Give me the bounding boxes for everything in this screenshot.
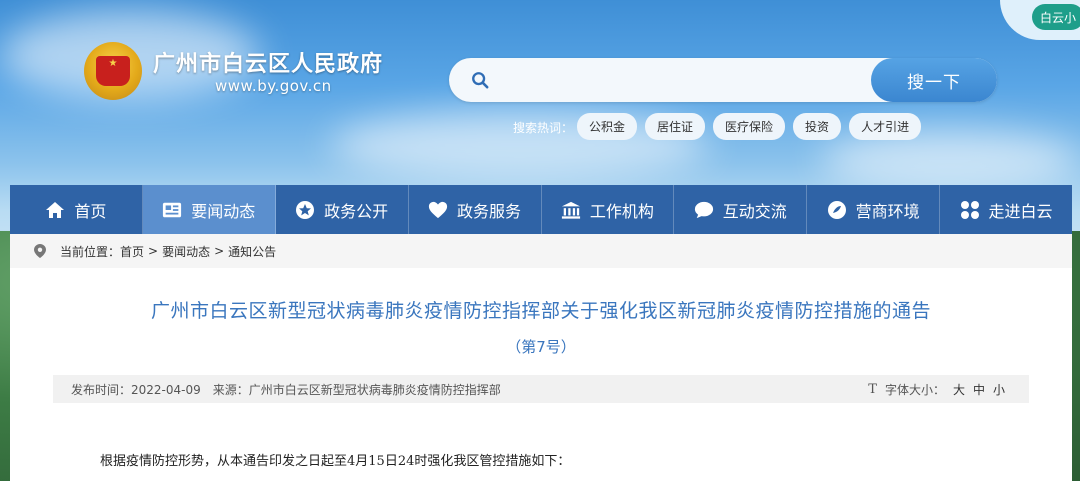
site-header: ★ 广州市白云区人民政府 www.by.gov.cn 搜一下 搜索热词： 公积金… [0, 0, 1080, 185]
hot-search-tags: 公积金 居住证 医疗保险 投资 人才引进 [577, 113, 922, 140]
site-domain: www.by.gov.cn [215, 77, 332, 95]
hot-tag[interactable]: 居住证 [645, 113, 706, 140]
nav-item-news[interactable]: 要闻动态 [142, 185, 276, 234]
nav-item-label: 政务服务 [457, 201, 522, 221]
baiyun-assistant-badge[interactable]: 白云小 [1032, 4, 1080, 30]
nav-item-label: 工作机构 [589, 201, 654, 221]
breadcrumb-separator: > [148, 244, 159, 258]
building-icon [561, 200, 581, 220]
font-size-small[interactable]: 小 [993, 381, 1005, 398]
nav-item-about-baiyun[interactable]: 走进白云 [940, 185, 1072, 234]
font-size-icon: T [868, 381, 877, 397]
location-pin-icon [34, 244, 46, 258]
publish-date: 发布时间：2022-04-09 [71, 382, 201, 397]
font-size-large[interactable]: 大 [953, 381, 965, 398]
hot-tag[interactable]: 投资 [793, 113, 842, 140]
home-icon [45, 200, 65, 220]
chat-icon [694, 200, 714, 220]
heart-icon [428, 200, 448, 220]
breadcrumb: 当前位置： 首页 > 要闻动态 > 通知公告 [10, 234, 1072, 268]
breadcrumb-link-home[interactable]: 首页 [120, 243, 144, 260]
article-body-paragraph: 根据疫情防控形势，从本通告印发之日起至4月15日24时强化我区管控措施如下： [100, 454, 571, 469]
search-bar: 搜一下 [449, 58, 997, 102]
hot-search-label: 搜索热词： [513, 121, 574, 135]
nav-item-institutions[interactable]: 工作机构 [542, 185, 675, 234]
font-size-medium[interactable]: 中 [973, 381, 985, 398]
breadcrumb-separator: > [214, 244, 225, 258]
search-button[interactable]: 搜一下 [871, 58, 997, 102]
nav-item-business-env[interactable]: 营商环境 [807, 185, 941, 234]
breadcrumb-link-news[interactable]: 要闻动态 [162, 243, 210, 260]
font-size-label: 字体大小： [884, 382, 945, 397]
hot-tag[interactable]: 公积金 [577, 113, 638, 140]
nav-item-label: 首页 [74, 201, 107, 221]
breadcrumb-prefix: 当前位置： [60, 244, 121, 259]
nav-item-label: 要闻动态 [191, 201, 256, 221]
search-input[interactable] [497, 65, 857, 95]
breadcrumb-link-notices[interactable]: 通知公告 [228, 243, 276, 260]
star-icon [295, 200, 315, 220]
font-size-control: T 字体大小： 大 中 小 [868, 375, 1005, 403]
search-icon[interactable] [471, 71, 489, 89]
news-icon [162, 200, 182, 220]
nav-item-label: 互动交流 [722, 201, 787, 221]
article-title: 广州市白云区新型冠状病毒肺炎疫情防控指挥部关于强化我区新冠肺炎疫情防控措施的通告 [150, 300, 931, 322]
nav-item-home[interactable]: 首页 [10, 185, 143, 234]
nav-item-label: 走进白云 [988, 201, 1053, 221]
site-title[interactable]: 广州市白云区人民政府 [153, 46, 383, 78]
nav-item-gov-affairs-open[interactable]: 政务公开 [276, 185, 409, 234]
article-subtitle: （第7号） [506, 338, 576, 356]
compass-icon [827, 200, 847, 220]
article-container: 广州市白云区新型冠状病毒肺炎疫情防控指挥部关于强化我区新冠肺炎疫情防控措施的通告… [10, 268, 1072, 481]
nav-item-label: 政务公开 [324, 201, 389, 221]
hot-tag[interactable]: 人才引进 [849, 113, 922, 140]
grid-icon [960, 200, 980, 220]
article-source: 来源：广州市白云区新型冠状病毒肺炎疫情防控指挥部 [212, 382, 501, 397]
nav-item-gov-services[interactable]: 政务服务 [409, 185, 542, 234]
article-meta-bar: 发布时间：2022-04-09 来源：广州市白云区新型冠状病毒肺炎疫情防控指挥部… [53, 375, 1029, 403]
nav-item-interaction[interactable]: 互动交流 [674, 185, 808, 234]
nav-item-label: 营商环境 [855, 201, 920, 221]
hot-tag[interactable]: 医疗保险 [713, 113, 786, 140]
main-nav: 首页 要闻动态 政务公开 政务服务 工作机构 互动交流 营商环境 走进白云 [10, 185, 1072, 234]
national-emblem-logo: ★ [84, 42, 142, 100]
